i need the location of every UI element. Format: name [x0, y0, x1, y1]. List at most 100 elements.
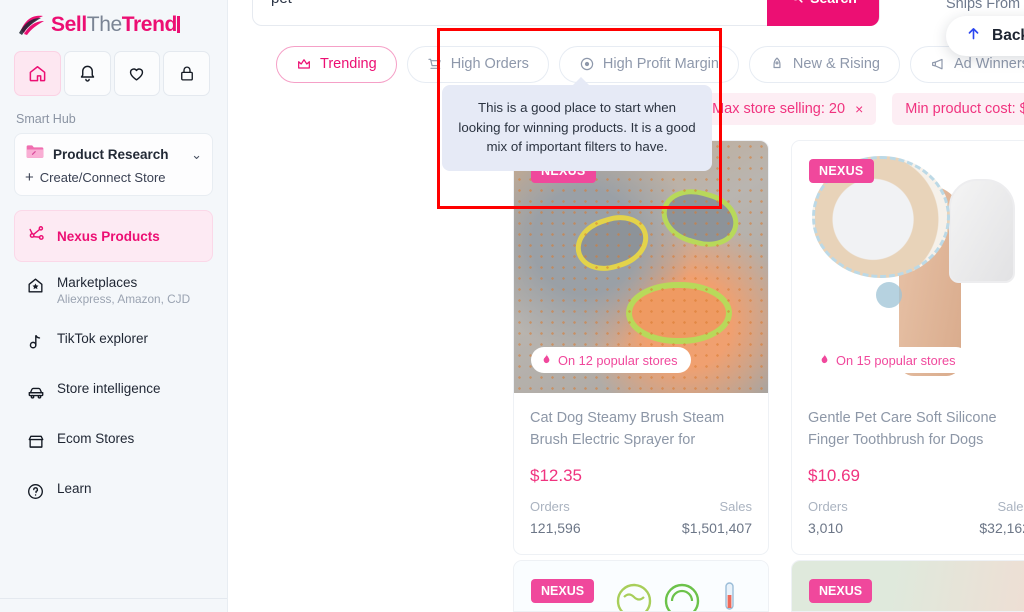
tab-trending[interactable]: Trending: [276, 45, 397, 83]
create-connect-store-button[interactable]: + Create/Connect Store: [25, 170, 202, 185]
search-bar[interactable]: pet ⌃ Search: [252, 0, 880, 26]
sidebar-item-tiktok-explorer-label: TikTok explorer: [57, 331, 149, 346]
product-metrics: Orders 121,596 Sales $1,501,407: [530, 499, 752, 536]
orders-value: 121,596: [530, 520, 581, 536]
trending-tooltip: This is a good place to start when looki…: [442, 76, 712, 172]
sales-metric: Sales $1,501,407: [682, 499, 752, 536]
flame-icon: [541, 352, 552, 368]
nexus-network-icon: [27, 224, 46, 248]
sidebar-item-marketplaces-text: Marketplaces Aliexpress, Amazon, CJD: [57, 275, 190, 306]
product-price: $12.35: [530, 466, 582, 485]
sidebar-item-marketplaces[interactable]: Marketplaces Aliexpress, Amazon, CJD: [14, 262, 213, 318]
sidebar-divider: [0, 598, 227, 599]
chevron-up-icon[interactable]: ⌃: [721, 0, 767, 5]
product-card[interactable]: NEXUS: [791, 560, 1024, 612]
sidebar-item-marketplaces-label: Marketplaces: [57, 275, 138, 290]
home-icon: [28, 64, 47, 83]
sales-label: Sales: [997, 499, 1024, 514]
coin-icon: [579, 56, 595, 72]
brand-text: SellTheTrend: [51, 13, 180, 37]
tab-ad-winners-label: Ad Winners: [953, 56, 1024, 72]
product-card[interactable]: NEXUS: [513, 560, 769, 612]
product-grid: NEXUS On 12 popular stores Cat Dog Steam…: [513, 140, 1024, 612]
tab-trending-label: Trending: [320, 56, 377, 72]
sellthetrend-logo-icon: [18, 14, 46, 36]
favorites-button[interactable]: [113, 51, 161, 96]
filter-chip-min-product-cost-label: Min product cost: $2: [905, 101, 1024, 117]
category-tabbar: Trending High Orders High Profit Margin: [228, 40, 1024, 88]
sales-value: $1,501,407: [681, 520, 752, 536]
bell-icon: [78, 64, 97, 83]
sidebar-item-ecom-stores[interactable]: Ecom Stores: [14, 418, 213, 468]
product-card[interactable]: NEXUS On 12 popular stores Cat Dog Steam…: [513, 140, 769, 555]
tab-new-and-rising[interactable]: New & Rising: [748, 45, 900, 83]
sidebar-item-marketplaces-sub: Aliexpress, Amazon, CJD: [57, 292, 191, 306]
lock-icon: [178, 64, 196, 83]
home-icon-button[interactable]: [14, 51, 61, 96]
sales-value: $32,162: [979, 520, 1024, 536]
store-selector-row[interactable]: Product Research ⌄: [25, 143, 202, 165]
tab-high-profit-margin-label: High Profit Margin: [602, 56, 719, 72]
ships-from-label[interactable]: Ships From: [946, 0, 1020, 12]
product-title[interactable]: Cat Dog Steamy Brush Steam Brush Electri…: [530, 407, 752, 451]
question-circle-icon: [26, 481, 46, 506]
tiktok-icon: [26, 331, 46, 356]
chevron-down-icon[interactable]: ⌄: [191, 148, 202, 161]
product-image[interactable]: NEXUS On 12 popular stores: [514, 141, 768, 393]
create-connect-store-label: Create/Connect Store: [39, 170, 166, 185]
sidebar-item-nexus-products[interactable]: Nexus Products: [14, 210, 213, 262]
orders-metric: Orders 3,010: [808, 499, 848, 536]
cart-icon: [427, 56, 443, 72]
rocket-icon: [769, 56, 785, 72]
notifications-button[interactable]: [63, 51, 111, 96]
sidebar-quick-icons: [14, 51, 213, 96]
tab-new-and-rising-label: New & Rising: [792, 56, 880, 72]
sidebar-item-tiktok-explorer[interactable]: TikTok explorer: [14, 318, 213, 368]
search-button[interactable]: Search: [767, 0, 879, 26]
product-card[interactable]: NEXUS On 15 popular stores Gentle Pet Ca…: [791, 140, 1024, 555]
sales-label: Sales: [719, 499, 752, 514]
arrow-up-icon: [966, 25, 981, 47]
product-price: $10.69: [808, 466, 860, 485]
main-content: pet ⌃ Search Ships From: [228, 0, 1024, 612]
product-image[interactable]: NEXUS On 15 popular stores: [792, 141, 1024, 393]
back-to-top-button[interactable]: Back To Top: [946, 16, 1024, 56]
sidebar-item-tiktok-explorer-text: TikTok explorer: [57, 331, 148, 346]
sidebar-item-store-intelligence-label: Store intelligence: [57, 381, 161, 396]
sidebar-item-store-intelligence[interactable]: Store intelligence: [14, 368, 213, 418]
sidebar-item-store-intelligence-text: Store intelligence: [57, 381, 161, 396]
sidebar: SellTheTrend Smart Hub Product Research …: [0, 0, 228, 612]
product-title[interactable]: Gentle Pet Care Soft Silicone Finger Too…: [808, 407, 1024, 451]
search-icon: [789, 0, 804, 7]
brand-logo[interactable]: SellTheTrend: [14, 0, 213, 47]
folder-icon: [25, 143, 45, 165]
search-button-label: Search: [810, 0, 857, 6]
sidebar-item-learn-label: Learn: [57, 481, 92, 496]
close-icon[interactable]: ×: [855, 101, 863, 117]
filter-chip-max-store-selling-label: Max store selling: 20: [712, 101, 846, 117]
plus-icon: +: [25, 169, 34, 186]
sidebar-item-learn-text: Learn: [57, 481, 92, 496]
tab-high-orders[interactable]: High Orders: [406, 45, 549, 83]
spy-car-icon: [26, 381, 46, 406]
popular-stores-label: On 12 popular stores: [558, 352, 678, 368]
search-input[interactable]: pet: [253, 0, 721, 7]
store-name: Product Research: [53, 146, 169, 162]
flame-icon: [819, 352, 830, 368]
sidebar-item-ecom-stores-label: Ecom Stores: [57, 431, 135, 446]
nexus-badge: NEXUS: [809, 579, 873, 603]
popular-stores-label: On 15 popular stores: [836, 352, 956, 368]
tab-high-orders-label: High Orders: [450, 56, 529, 72]
brand-part-trend: Trend: [121, 13, 178, 36]
nexus-badge: NEXUS: [809, 159, 874, 183]
orders-value: 3,010: [808, 520, 844, 536]
filter-chip-min-product-cost[interactable]: Min product cost: $2 ×: [892, 93, 1024, 125]
sidebar-item-nexus-products-label: Nexus Products: [57, 228, 160, 244]
trending-tooltip-text: This is a good place to start when looki…: [458, 100, 696, 155]
sidebar-item-learn[interactable]: Learn: [14, 468, 213, 518]
store-selector-card[interactable]: Product Research ⌄ + Create/Connect Stor…: [14, 133, 213, 196]
locked-features-button[interactable]: [163, 51, 210, 96]
megaphone-icon: [930, 56, 946, 72]
filter-chip-max-store-selling[interactable]: Max store selling: 20 ×: [699, 93, 877, 125]
storefront-icon: [26, 431, 46, 456]
